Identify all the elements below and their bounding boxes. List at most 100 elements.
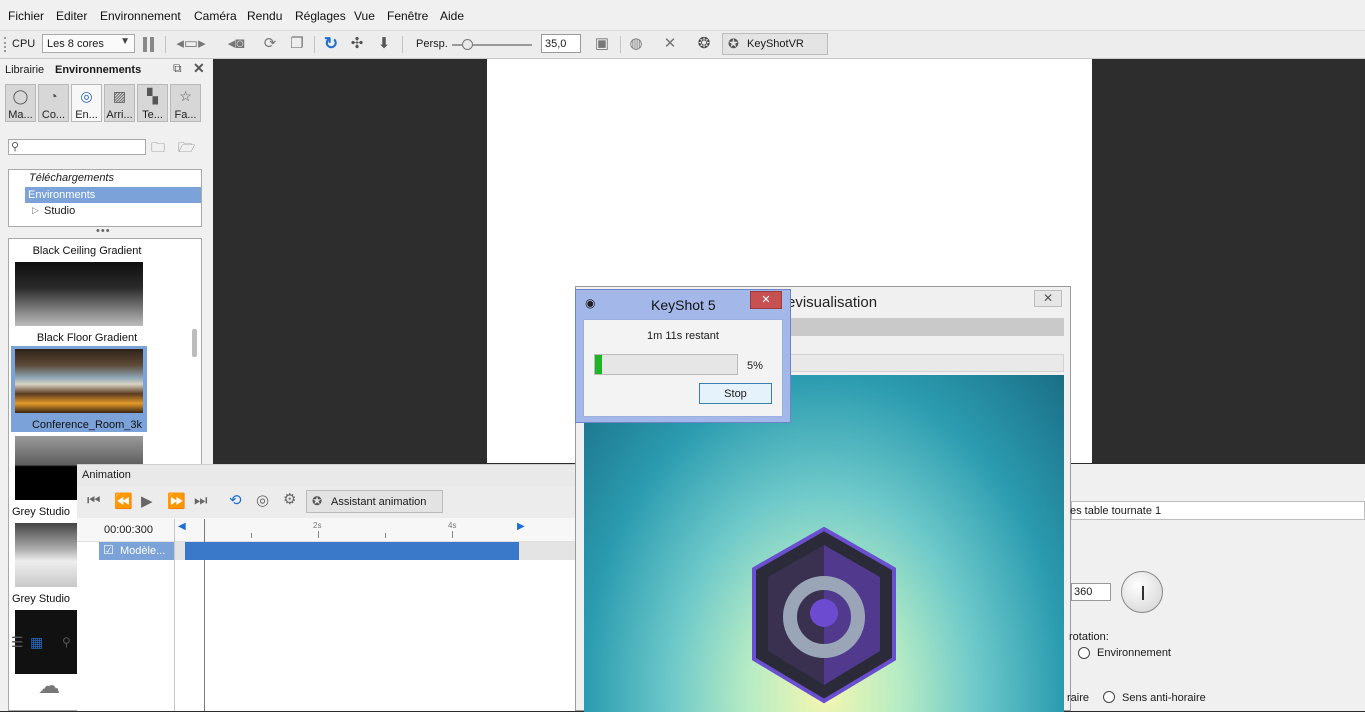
tab-backplates[interactable]: ▨ Arri...: [104, 84, 135, 122]
cpu-label: CPU: [12, 38, 36, 50]
tree-item-downloads[interactable]: Téléchargements: [29, 172, 114, 184]
tab-environments[interactable]: ◎ En...: [71, 84, 102, 122]
menu-fenetre[interactable]: Fenêtre: [387, 9, 428, 23]
fov-slider-handle[interactable]: [462, 39, 473, 50]
toolbar-grip[interactable]: [4, 37, 9, 52]
expand-arrow-icon[interactable]: ▷: [32, 205, 39, 216]
animation-panel: ⏮ ⏪ ▶ ⏩ ⏭ ⟲ ◎ ⚙ ✪ Assistant animation 00…: [77, 486, 577, 711]
tick: [318, 531, 319, 538]
menu-environnement[interactable]: Environnement: [100, 9, 181, 23]
splitter-handle[interactable]: •••: [96, 225, 111, 237]
grid-view-icon[interactable]: ▦: [30, 634, 43, 651]
zoom-icon[interactable]: ⚲: [62, 635, 71, 649]
radio-environment[interactable]: [1078, 647, 1090, 659]
keyshotvr-label: KeyShotVR: [747, 38, 804, 50]
skip-start-icon[interactable]: ⏮: [87, 492, 101, 509]
env-thumb-conference-room[interactable]: [15, 349, 143, 413]
close-icon[interactable]: ✕: [193, 60, 205, 77]
loop-icon[interactable]: ⟲: [229, 491, 242, 509]
target-icon[interactable]: ◎: [256, 491, 269, 509]
move-disabled-icon[interactable]: ✕: [661, 35, 679, 53]
performance-icon[interactable]: ❂: [695, 35, 713, 53]
fov-input[interactable]: 35,0: [541, 34, 581, 53]
menu-reglages[interactable]: Réglages: [295, 9, 346, 23]
render-progress-dialog: ◉ KeyShot 5 ✕ 1m 11s restant 5% Stop: [575, 289, 791, 423]
tree-item-environments[interactable]: Environments: [25, 187, 201, 203]
search-input[interactable]: ⚲: [8, 139, 146, 155]
env-label: Black Ceiling Gradient: [32, 245, 142, 257]
menu-fichier[interactable]: Fichier: [8, 9, 44, 23]
track-bar[interactable]: [185, 542, 519, 560]
env-label: Conference_Room_3k: [31, 419, 143, 431]
env-thumb-black-ceiling[interactable]: [15, 262, 143, 326]
refresh-gray-icon[interactable]: ⟳: [261, 35, 279, 53]
tab-label: Ma...: [8, 109, 33, 121]
animation-name-value: es table tournate 1: [1070, 505, 1162, 517]
toolbar: CPU Les 8 cores ▼ ◂▭▸ ◂◙ ⟳ ❐ ↻ ✣ ⬇ Persp…: [0, 31, 1365, 59]
search-icon: ⚲: [11, 141, 20, 153]
dial-needle: [1142, 586, 1144, 600]
tab-label: Arri...: [106, 109, 133, 121]
tab-materials[interactable]: ◯ Ma...: [5, 84, 36, 122]
keyshotvr-button[interactable]: ✪ KeyShotVR: [722, 33, 828, 55]
menu-vue[interactable]: Vue: [354, 9, 375, 23]
tab-label: En...: [75, 109, 98, 121]
image-icon: ▨: [112, 88, 127, 104]
dialog-title: KeyShot 5: [651, 297, 716, 313]
screenshot-icon[interactable]: ◂◙: [221, 35, 251, 53]
undock-icon[interactable]: ⧉: [173, 61, 182, 76]
step-forward-icon[interactable]: ⏩: [167, 492, 186, 510]
render-region-icon[interactable]: ▣: [593, 35, 611, 53]
stop-button[interactable]: Stop: [699, 383, 772, 404]
preview-title: evisualisation: [787, 294, 878, 311]
range-end-marker[interactable]: ▶: [517, 521, 525, 532]
timeline-ruler[interactable]: 00:00:300 ◀ ▶ 2s 4s: [77, 518, 577, 542]
radio-counterclockwise[interactable]: [1103, 691, 1115, 703]
assistant-animation-button[interactable]: ✪ Assistant animation: [306, 490, 443, 513]
menu-camera[interactable]: Caméra: [194, 9, 237, 23]
menu-aide[interactable]: Aide: [440, 9, 464, 23]
angle-dial[interactable]: [1121, 571, 1163, 613]
track-row-model[interactable]: ☑ Modèle...: [99, 542, 174, 560]
pause-icon[interactable]: [143, 37, 147, 52]
angle-input[interactable]: 360: [1071, 583, 1111, 601]
preview-close-icon[interactable]: ✕: [1034, 290, 1062, 307]
dialog-close-icon[interactable]: ✕: [750, 291, 782, 309]
gear-icon[interactable]: ⚙: [283, 490, 296, 508]
copy-icon[interactable]: ❐: [288, 35, 306, 53]
animation-name-input[interactable]: es table tournate 1: [1070, 501, 1365, 520]
globe-disabled-icon[interactable]: ◍: [627, 35, 645, 53]
render-progress-fill: [595, 355, 602, 374]
texture-icon: ▚: [147, 88, 158, 104]
skip-end-icon[interactable]: ⏭: [194, 492, 208, 509]
animation-toolbar: ⏮ ⏪ ▶ ⏩ ⏭ ⟲ ◎ ⚙ ✪ Assistant animation: [77, 486, 577, 518]
list-view-icon[interactable]: ☰: [11, 634, 24, 651]
tab-favorites[interactable]: ☆ Fa...: [170, 84, 201, 122]
cloud-library-icon[interactable]: ☁: [38, 673, 60, 699]
tick: [251, 533, 252, 538]
pause-icon-bar: [150, 37, 154, 52]
tab-colors[interactable]: ◔ Co...: [38, 84, 69, 122]
reset-view-icon[interactable]: ↻: [322, 35, 340, 53]
render-preview-image: [584, 375, 1064, 712]
cores-select[interactable]: Les 8 cores ▼: [42, 34, 135, 53]
menu-editer[interactable]: Editer: [56, 9, 87, 23]
menu-bar: Fichier Editer Environnement Caméra Rend…: [0, 0, 1365, 31]
add-folder-icon[interactable]: 🗀: [151, 137, 165, 161]
range-start-marker[interactable]: ◀: [178, 521, 186, 532]
drop-to-floor-icon[interactable]: ⬇: [375, 35, 393, 53]
camera-record-icon[interactable]: ◂▭▸: [176, 35, 206, 53]
tab-textures[interactable]: ▚ Te...: [137, 84, 168, 122]
library-title: Environnements: [55, 64, 142, 76]
separator: [620, 36, 621, 53]
step-back-icon[interactable]: ⏪: [114, 492, 133, 510]
folder-options-icon[interactable]: 🗁: [178, 137, 195, 161]
checkbox-checked-icon[interactable]: ☑: [103, 543, 114, 557]
list-scrollbar[interactable]: [192, 329, 197, 357]
track-label: Modèle...: [120, 545, 166, 557]
tree-item-studio[interactable]: Studio: [44, 205, 75, 217]
menu-rendu[interactable]: Rendu: [247, 9, 282, 23]
animation-properties-panel: es table tournate 1 360 rotation: Enviro…: [1067, 464, 1365, 711]
play-icon[interactable]: ▶: [141, 492, 153, 510]
fit-view-icon[interactable]: ✣: [348, 35, 366, 53]
